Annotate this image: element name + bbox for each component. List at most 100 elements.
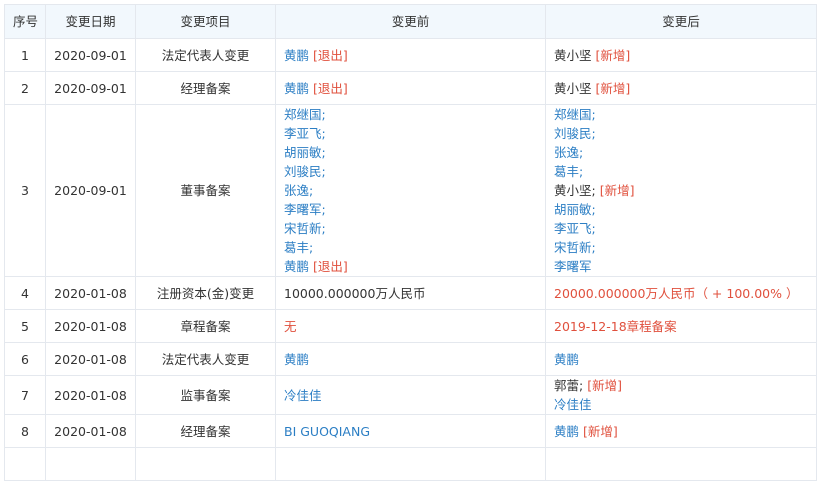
row-index: 8	[4, 414, 46, 448]
exit-tag: [退出]	[313, 47, 348, 63]
supervisor-link[interactable]: 冷佳佳	[554, 395, 808, 414]
change-item: 监事备案	[135, 375, 276, 415]
after-cell: 黄鹏 [新增]	[545, 414, 817, 448]
change-item: 注册资本(金)变更	[135, 276, 276, 310]
change-item: 法定代表人变更	[135, 38, 276, 72]
after-value: 2019-12-18章程备案	[545, 309, 817, 343]
row-index: 4	[4, 276, 46, 310]
supervisor-name: 郭蕾;	[554, 378, 584, 393]
person-link[interactable]: 黄鹏	[554, 424, 579, 439]
table-row: 8 2020-01-08 经理备案 BI GUOQIANG 黄鹏 [新增]	[4, 414, 817, 448]
director-link[interactable]: 李曙军	[554, 257, 808, 276]
header-change-item: 变更项目	[135, 4, 276, 39]
change-date: 2020-01-08	[45, 375, 136, 415]
before-cell: 黄鹏	[275, 342, 546, 376]
director-link[interactable]: 宋哲新;	[554, 238, 808, 257]
table-row: 4 2020-01-08 注册资本(金)变更 10000.000000万人民币 …	[4, 276, 817, 310]
new-tag: [新增]	[599, 183, 635, 198]
director-link[interactable]: 葛丰;	[554, 162, 808, 181]
change-date: 2020-09-01	[45, 104, 136, 277]
table-header-row: 序号 变更日期 变更项目 变更前 变更后	[4, 4, 817, 39]
change-item: 章程备案	[135, 309, 276, 343]
change-records-table: 序号 变更日期 变更项目 变更前 变更后 1 2020-09-01 法定代表人变…	[4, 4, 817, 481]
director-entry: 黄鹏 [退出]	[284, 257, 537, 276]
after-cell: 黄鹏	[545, 342, 817, 376]
person-name: 黄小坚	[554, 47, 592, 63]
new-tag: [新增]	[595, 47, 631, 63]
before-cell: 黄鹏 [退出]	[275, 71, 546, 105]
row-index: 7	[4, 375, 46, 415]
director-link[interactable]: 李亚飞;	[554, 219, 808, 238]
header-after: 变更后	[545, 4, 817, 39]
row-index: 6	[4, 342, 46, 376]
table-row: 6 2020-01-08 法定代表人变更 黄鹏 黄鹏	[4, 342, 817, 376]
row-index: 5	[4, 309, 46, 343]
row-index: 1	[4, 38, 46, 72]
change-item: 经理备案	[135, 71, 276, 105]
after-cell: 郭蕾; [新增] 冷佳佳	[545, 375, 817, 415]
director-link[interactable]: 郑继国;	[284, 106, 537, 125]
director-link[interactable]: 葛丰;	[284, 238, 537, 257]
person-link[interactable]: 黄鹏	[284, 352, 309, 367]
director-link[interactable]: 李亚飞;	[284, 124, 537, 143]
table-row: 1 2020-09-01 法定代表人变更 黄鹏 [退出] 黄小坚 [新增]	[4, 38, 817, 72]
person-link[interactable]: 黄鹏	[284, 48, 309, 63]
table-row: 2 2020-09-01 经理备案 黄鹏 [退出] 黄小坚 [新增]	[4, 71, 817, 105]
header-before: 变更前	[275, 4, 546, 39]
header-change-date: 变更日期	[45, 4, 136, 39]
director-link[interactable]: 宋哲新;	[284, 219, 537, 238]
new-tag: [新增]	[587, 378, 622, 393]
director-link[interactable]: 刘骏民;	[554, 124, 808, 143]
row-index: 3	[4, 104, 46, 277]
person-name: 黄小坚	[554, 80, 592, 96]
before-cell: 冷佳佳	[275, 375, 546, 415]
director-entry: 黄小坚; [新增]	[554, 181, 808, 200]
change-date: 2020-01-08	[45, 414, 136, 448]
change-date: 2020-09-01	[45, 71, 136, 105]
before-cell	[275, 447, 546, 481]
table-row: 5 2020-01-08 章程备案 无 2019-12-18章程备案	[4, 309, 817, 343]
after-cell	[545, 447, 817, 481]
row-index: 2	[4, 71, 46, 105]
change-item	[135, 447, 276, 481]
after-cell: 郑继国; 刘骏民; 张逸; 葛丰; 黄小坚; [新增] 胡丽敏; 李亚飞; 宋哲…	[545, 104, 817, 277]
person-link[interactable]: 黄鹏	[284, 81, 309, 96]
director-link[interactable]: 刘骏民;	[284, 162, 537, 181]
after-cell: 黄小坚 [新增]	[545, 38, 817, 72]
person-link[interactable]: 黄鹏	[554, 352, 579, 367]
director-name: 黄小坚;	[554, 183, 596, 198]
director-link[interactable]: 李曙军;	[284, 200, 537, 219]
before-cell: 郑继国; 李亚飞; 胡丽敏; 刘骏民; 张逸; 李曙军; 宋哲新; 葛丰; 黄鹏…	[275, 104, 546, 277]
table-row: 7 2020-01-08 监事备案 冷佳佳 郭蕾; [新增] 冷佳佳	[4, 375, 817, 415]
change-item: 董事备案	[135, 104, 276, 277]
before-cell: 黄鹏 [退出]	[275, 38, 546, 72]
supervisor-entry: 郭蕾; [新增]	[554, 377, 808, 396]
director-link[interactable]: 张逸;	[554, 143, 808, 162]
table-row: 3 2020-09-01 董事备案 郑继国; 李亚飞; 胡丽敏; 刘骏民; 张逸…	[4, 104, 817, 277]
before-cell: BI GUOQIANG	[275, 414, 546, 448]
before-value: 10000.000000万人民币	[275, 276, 546, 310]
after-value: 20000.000000万人民币（ + 100.00% ）	[545, 276, 817, 310]
supervisor-link[interactable]: 冷佳佳	[284, 388, 322, 403]
new-tag: [新增]	[583, 423, 618, 439]
director-link[interactable]: 郑继国;	[554, 106, 808, 125]
header-index: 序号	[4, 4, 46, 39]
change-date: 2020-09-01	[45, 38, 136, 72]
director-link[interactable]: 张逸;	[284, 181, 537, 200]
row-index	[4, 447, 46, 481]
person-link[interactable]: BI GUOQIANG	[284, 424, 370, 439]
exit-tag: [退出]	[313, 259, 348, 274]
new-tag: [新增]	[595, 80, 631, 96]
change-item: 经理备案	[135, 414, 276, 448]
before-value: 无	[275, 309, 546, 343]
change-item: 法定代表人变更	[135, 342, 276, 376]
change-date: 2020-01-08	[45, 309, 136, 343]
change-date: 2020-01-08	[45, 342, 136, 376]
change-date	[45, 447, 136, 481]
director-link[interactable]: 胡丽敏;	[554, 200, 808, 219]
after-cell: 黄小坚 [新增]	[545, 71, 817, 105]
director-link[interactable]: 黄鹏	[284, 259, 309, 274]
change-date: 2020-01-08	[45, 276, 136, 310]
director-link[interactable]: 胡丽敏;	[284, 143, 537, 162]
table-row-partial	[4, 447, 817, 481]
